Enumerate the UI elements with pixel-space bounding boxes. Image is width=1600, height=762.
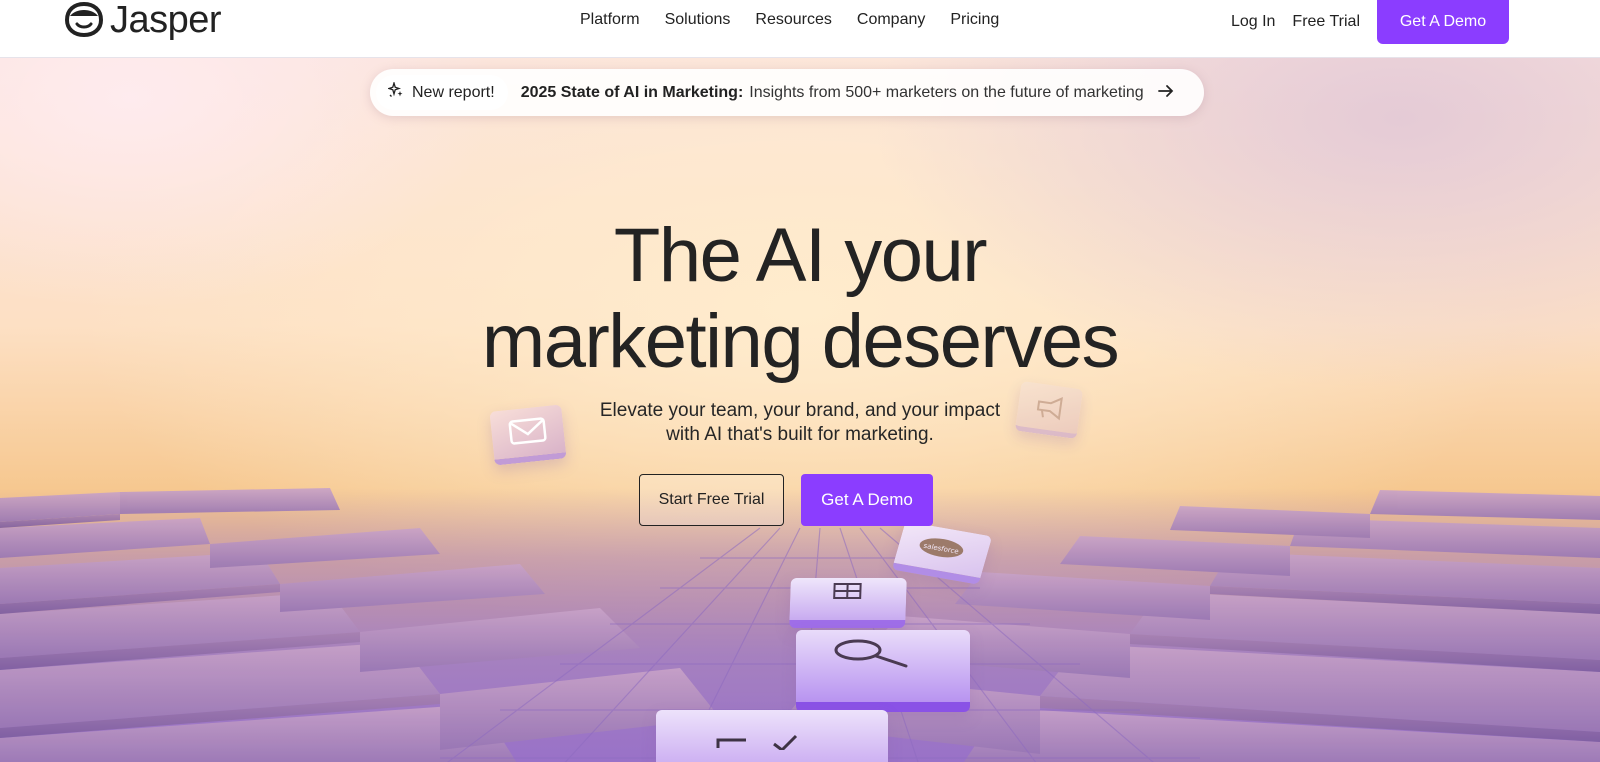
new-report-pill: New report! bbox=[376, 75, 508, 110]
bottom-tile bbox=[656, 710, 888, 762]
hero-headline: The AI your marketing deserves bbox=[0, 213, 1600, 385]
jasper-logo-icon bbox=[64, 1, 104, 38]
nav-link-resources[interactable]: Resources bbox=[755, 11, 831, 29]
nav-link-pricing[interactable]: Pricing bbox=[950, 11, 999, 29]
start-free-trial-button[interactable]: Start Free Trial bbox=[639, 474, 784, 526]
new-report-label: New report! bbox=[412, 83, 495, 101]
free-trial-link[interactable]: Free Trial bbox=[1292, 13, 1360, 31]
top-navigation: Jasper Platform Solutions Resources Comp… bbox=[0, 0, 1600, 58]
hero-subheadline: Elevate your team, your brand, and your … bbox=[0, 399, 1600, 447]
checkbox-icon bbox=[716, 734, 798, 750]
logo-text: Jasper bbox=[110, 0, 222, 41]
table-icon bbox=[833, 583, 862, 599]
logo[interactable]: Jasper bbox=[64, 0, 222, 41]
arrow-right-icon bbox=[1157, 82, 1174, 103]
headline-line-2: marketing deserves bbox=[481, 299, 1120, 384]
nav-link-company[interactable]: Company bbox=[857, 11, 925, 29]
nav-links: Platform Solutions Resources Company Pri… bbox=[580, 0, 999, 40]
hero-get-demo-button[interactable]: Get A Demo bbox=[801, 474, 933, 526]
hero-section: salesforce New report! 2025 State of AI … bbox=[0, 58, 1600, 762]
subheadline-line-1: Elevate your team, your brand, and your … bbox=[599, 400, 1001, 421]
nav-get-demo-button[interactable]: Get A Demo bbox=[1377, 0, 1509, 44]
hero-cta-group: Start Free Trial Get A Demo bbox=[639, 474, 933, 526]
headline-line-1: The AI your bbox=[613, 213, 988, 298]
nav-link-platform[interactable]: Platform bbox=[580, 11, 640, 29]
search-tile bbox=[796, 630, 970, 712]
search-icon bbox=[834, 639, 908, 668]
nav-link-solutions[interactable]: Solutions bbox=[665, 11, 731, 29]
nav-actions: Log In Free Trial Get A Demo bbox=[1231, 0, 1600, 44]
banner-description: Insights from 500+ marketers on the futu… bbox=[749, 83, 1144, 101]
banner-title: 2025 State of AI in Marketing: bbox=[520, 83, 744, 101]
sparkle-icon bbox=[386, 80, 404, 103]
login-link[interactable]: Log In bbox=[1231, 13, 1275, 31]
subheadline-line-2: with AI that's built for marketing. bbox=[666, 424, 934, 445]
report-banner[interactable]: New report! 2025 State of AI in Marketin… bbox=[370, 69, 1204, 116]
table-tile bbox=[789, 578, 907, 628]
